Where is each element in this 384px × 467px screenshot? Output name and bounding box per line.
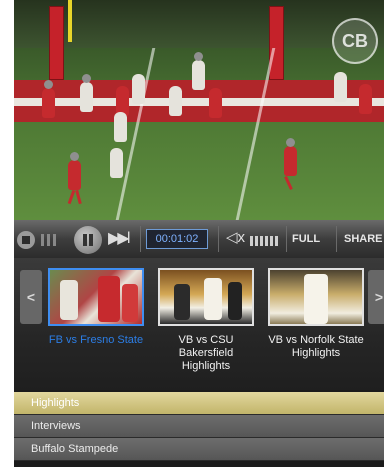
- goalpost: [68, 0, 72, 42]
- previous-icon[interactable]: [41, 233, 69, 246]
- video-screen[interactable]: CB: [14, 0, 384, 220]
- player-helmet: [194, 52, 203, 61]
- carousel-left-arrow-icon[interactable]: <: [20, 270, 42, 324]
- player-leg: [67, 189, 76, 205]
- player-figure: [68, 160, 81, 190]
- team-logo-watermark: CB: [332, 18, 378, 64]
- player-control-bar: ▶▶ǀ 00:01:02 ◁x FULL SHARE: [14, 220, 384, 258]
- divider: [218, 226, 219, 252]
- next-icon[interactable]: ▶▶ǀ: [108, 229, 131, 249]
- player-figure: [110, 148, 123, 178]
- player-leg: [75, 189, 82, 205]
- carousel-item-label[interactable]: VB vs Norfolk State Highlights: [264, 334, 368, 360]
- volume-slider[interactable]: [250, 233, 282, 246]
- player-figure: [42, 88, 55, 118]
- video-player-widget: CB ▶▶ǀ 00:01:02 ◁x FULL SHARE < FB vs Fr…: [14, 0, 384, 467]
- menu-item-interviews[interactable]: Interviews: [14, 415, 384, 438]
- player-figure: [284, 146, 297, 176]
- stop-icon[interactable]: [17, 231, 35, 249]
- divider: [140, 226, 141, 252]
- fullscreen-button[interactable]: FULL: [292, 231, 320, 247]
- video-thumbnail[interactable]: [268, 268, 364, 326]
- video-thumbnail[interactable]: [158, 268, 254, 326]
- carousel-item-vb-vs-norfolk-state[interactable]: VB vs Norfolk State Highlights: [268, 268, 364, 390]
- end-zone-banner-left: [49, 6, 64, 80]
- end-zone-banner-right: [269, 6, 284, 80]
- elapsed-time: 00:01:02: [146, 229, 208, 249]
- goal-line: [14, 98, 384, 106]
- player-helmet: [44, 80, 53, 89]
- player-figure: [169, 86, 182, 116]
- carousel-item-label[interactable]: FB vs Fresno State: [44, 334, 148, 347]
- player-figure: [209, 88, 222, 118]
- end-zone-stripe: [14, 106, 384, 122]
- carousel-item-vb-vs-csu-bakersfield[interactable]: VB vs CSU Bakersfield Highlights: [158, 268, 254, 390]
- player-helmet: [82, 74, 91, 83]
- menu-item-highlights[interactable]: Highlights: [14, 392, 384, 415]
- menu-item-buffalo-stampede[interactable]: Buffalo Stampede: [14, 438, 384, 461]
- player-leg: [284, 176, 293, 190]
- player-figure: [80, 82, 93, 112]
- carousel-item-label[interactable]: VB vs CSU Bakersfield Highlights: [154, 334, 258, 373]
- carousel-item-fb-vs-fresno-state[interactable]: FB vs Fresno State: [48, 268, 144, 390]
- divider: [336, 226, 337, 252]
- yard-line: [235, 48, 276, 220]
- player-figure: [334, 72, 347, 102]
- volume-muted-icon[interactable]: ◁x: [226, 229, 245, 247]
- player-helmet: [70, 152, 79, 161]
- category-menu: Highlights Interviews Buffalo Stampede: [14, 392, 384, 461]
- pause-icon[interactable]: [74, 226, 102, 254]
- player-helmet: [286, 138, 295, 147]
- divider: [286, 226, 287, 252]
- share-button[interactable]: SHARE: [344, 231, 383, 247]
- referee-figure: [114, 112, 127, 142]
- video-thumbnail[interactable]: [48, 268, 144, 326]
- carousel-right-arrow-icon[interactable]: >: [368, 270, 384, 324]
- player-figure: [359, 84, 372, 114]
- player-figure: [132, 74, 145, 104]
- player-figure: [192, 60, 205, 90]
- video-carousel: < FB vs Fresno State VB vs CSU Bakersfie…: [14, 258, 384, 390]
